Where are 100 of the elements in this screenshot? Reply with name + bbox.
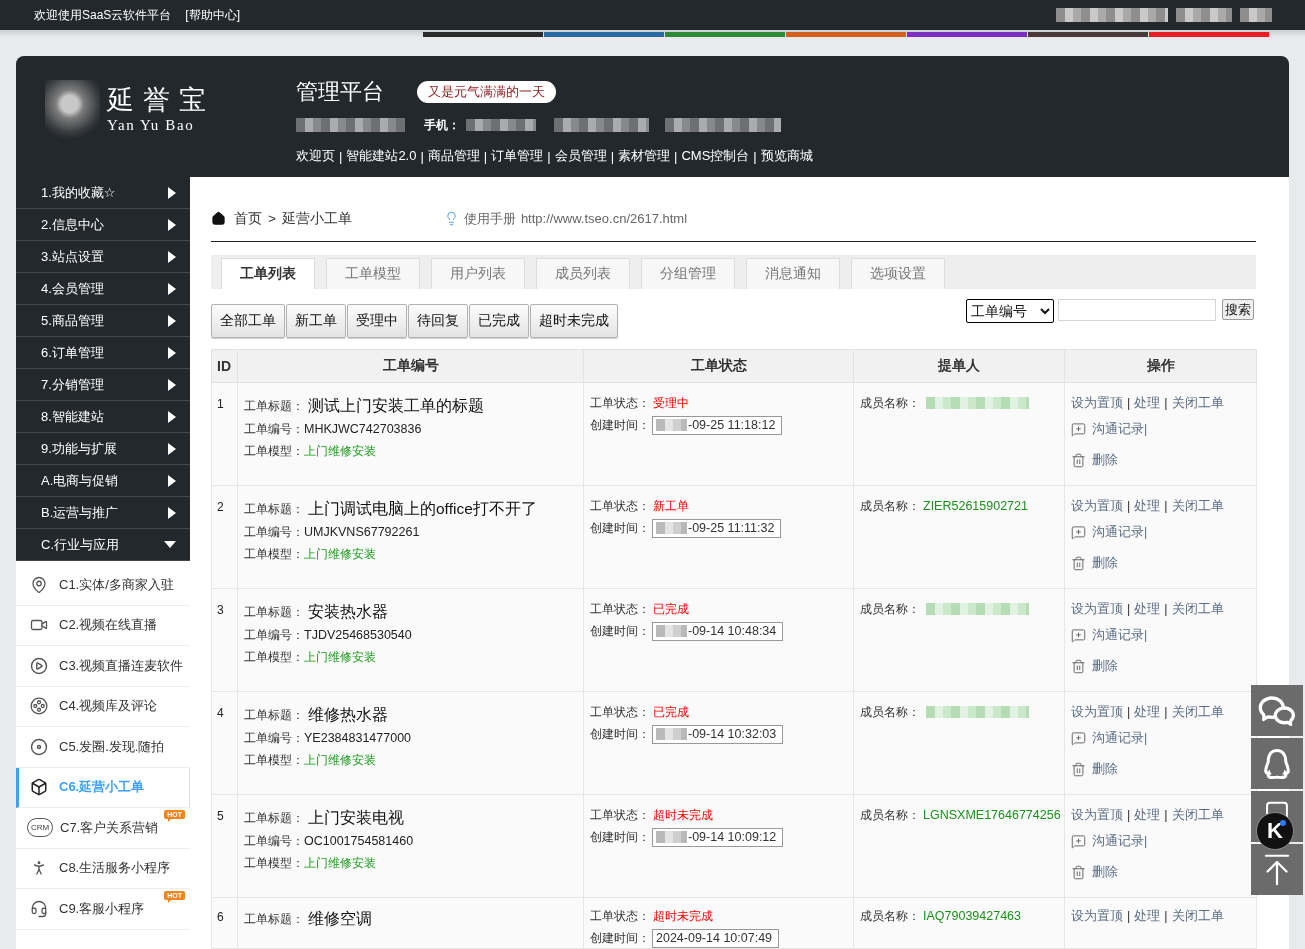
sidebar-menu-item[interactable]: 1.我的收藏☆ (16, 177, 190, 209)
wechat-button[interactable] (1251, 685, 1303, 736)
sidebar-menu-item[interactable]: 6.订单管理 (16, 337, 190, 369)
field-label: 工单状态： (590, 497, 650, 515)
nav-link[interactable]: 预览商城 (760, 147, 813, 165)
qq-button[interactable] (1251, 738, 1303, 789)
logo-name: 延誉宝 (107, 84, 215, 116)
sidebar-menu-item[interactable]: 2.信息中心 (16, 209, 190, 241)
field-label: 工单模型： (244, 648, 304, 666)
action-link[interactable]: 处理 (1134, 806, 1161, 824)
model-link[interactable]: 上门维修安装 (304, 648, 376, 666)
action-link[interactable]: 设为置顶 (1071, 497, 1123, 515)
nav-link[interactable]: 会员管理 (554, 147, 607, 165)
manual-link[interactable]: http://www.tseo.cn/2617.html (520, 211, 688, 226)
sidebar-menu-item[interactable]: 3.站点设置 (16, 241, 190, 273)
chat-record-link[interactable]: 沟通记录| (1071, 626, 1148, 644)
action-separator: | (1127, 808, 1131, 822)
sidebar-menu-item[interactable]: 7.分销管理 (16, 369, 190, 401)
action-link[interactable]: 关闭工单 (1171, 394, 1224, 412)
breadcrumb-current: 延营小工单 (281, 209, 352, 228)
action-link[interactable]: 设为置顶 (1071, 806, 1123, 824)
model-link[interactable]: 上门维修安装 (304, 545, 376, 563)
action-link[interactable]: 处理 (1134, 497, 1161, 515)
action-link[interactable]: 处理 (1134, 394, 1161, 412)
sidebar-menu-item[interactable]: 4.会员管理 (16, 273, 190, 305)
status-text: 已完成 (653, 703, 689, 721)
search-field-select[interactable]: 工单编号 (966, 299, 1054, 323)
chat-record-link[interactable]: 沟通记录| (1071, 420, 1148, 438)
model-link[interactable]: 上门维修安装 (304, 854, 376, 872)
filter-button[interactable]: 全部工单 (211, 304, 285, 338)
field-label: 工单状态： (590, 394, 650, 412)
nav-link[interactable]: 素材管理 (618, 147, 671, 165)
sidebar-menu-item[interactable]: C.行业与应用 (16, 529, 190, 561)
chat-record-link[interactable]: 沟通记录| (1071, 523, 1148, 541)
tab[interactable]: 用户列表 (431, 258, 525, 289)
tab[interactable]: 选项设置 (851, 258, 945, 289)
action-link[interactable]: 设为置顶 (1071, 703, 1123, 721)
filter-button[interactable]: 已完成 (469, 304, 529, 338)
action-link[interactable]: 处理 (1134, 907, 1161, 925)
model-link[interactable]: 上门维修安装 (304, 751, 376, 769)
sidebar-menu-item[interactable]: A.电商与促销 (16, 465, 190, 497)
nav-link[interactable]: 订单管理 (491, 147, 544, 165)
phone-label: 手机： (424, 116, 460, 134)
ticket-title: 测试上门安装工单的标题 (308, 395, 484, 416)
member-name: ZIER52615902721 (923, 499, 1028, 513)
logo-latin-name: Yan Yu Bao (107, 116, 196, 134)
platform-title: 管理平台 (296, 78, 384, 106)
action-link[interactable]: 处理 (1134, 600, 1161, 618)
filter-button[interactable]: 受理中 (347, 304, 407, 338)
field-label: 创建时间： (590, 416, 650, 434)
delete-link[interactable]: 删除 (1071, 554, 1118, 572)
member-name: LGNSXME17646774256 (923, 808, 1061, 822)
search-button[interactable]: 搜索 (1222, 299, 1254, 320)
action-link[interactable]: 关闭工单 (1171, 703, 1224, 721)
action-link[interactable]: 关闭工单 (1171, 907, 1224, 925)
delete-link[interactable]: 删除 (1071, 451, 1118, 469)
breadcrumb-separator: > (268, 211, 276, 226)
back-to-top-button[interactable] (1251, 844, 1303, 895)
field-label: 创建时间： (590, 519, 650, 537)
model-link[interactable]: 上门维修安装 (304, 442, 376, 460)
action-link[interactable]: 关闭工单 (1171, 600, 1224, 618)
filter-button[interactable]: 待回复 (408, 304, 468, 338)
action-link[interactable]: 设为置顶 (1071, 907, 1123, 925)
chat-record-link[interactable]: 沟通记录| (1071, 832, 1148, 850)
filter-button[interactable]: 新工单 (286, 304, 346, 338)
blurred-text (656, 728, 687, 740)
sidebar-menu-item[interactable]: 8.智能建站 (16, 401, 190, 433)
help-link[interactable]: [帮助中心] (185, 6, 241, 24)
action-link[interactable]: 处理 (1134, 703, 1161, 721)
filter-button[interactable]: 超时未完成 (530, 304, 618, 338)
nav-link[interactable]: 智能建站2.0 (346, 147, 417, 165)
action-link[interactable]: 关闭工单 (1171, 497, 1224, 515)
field-label: 工单编号： (244, 832, 304, 850)
field-label: 创建时间： (590, 725, 650, 743)
action-link[interactable]: 设为置顶 (1071, 600, 1123, 618)
date-text: -09-14 10:09:12 (688, 830, 777, 844)
column-header: ID (211, 349, 238, 383)
sidebar-menu-item[interactable]: 9.功能与扩展 (16, 433, 190, 465)
column-header: 提单人 (853, 349, 1065, 383)
search-input[interactable] (1058, 299, 1216, 321)
field-label: 工单模型： (244, 751, 304, 769)
tab[interactable]: 分组管理 (641, 258, 735, 289)
tab[interactable]: 工单列表 (221, 258, 315, 289)
nav-link[interactable]: 商品管理 (427, 147, 480, 165)
tab[interactable]: 成员列表 (536, 258, 630, 289)
action-link[interactable]: 关闭工单 (1171, 806, 1224, 824)
field-label: 成员名称： (860, 907, 920, 925)
tab[interactable]: 工单模型 (326, 258, 420, 289)
nav-link[interactable]: 欢迎页 (296, 147, 335, 165)
action-link[interactable]: 设为置顶 (1071, 394, 1123, 412)
sidebar-menu-item[interactable]: 5.商品管理 (16, 305, 190, 337)
delete-link[interactable]: 删除 (1071, 657, 1118, 675)
breadcrumb-link[interactable]: 首页 (234, 209, 262, 228)
tab[interactable]: 消息通知 (746, 258, 840, 289)
delete-link[interactable]: 删除 (1071, 760, 1118, 778)
chat-record-link[interactable]: 沟通记录| (1071, 729, 1148, 747)
sidebar-menu-item[interactable]: B.运营与推广 (16, 497, 190, 529)
status-text: 受理中 (653, 394, 689, 412)
delete-link[interactable]: 删除 (1071, 863, 1118, 881)
nav-link[interactable]: CMS控制台 (681, 147, 750, 165)
